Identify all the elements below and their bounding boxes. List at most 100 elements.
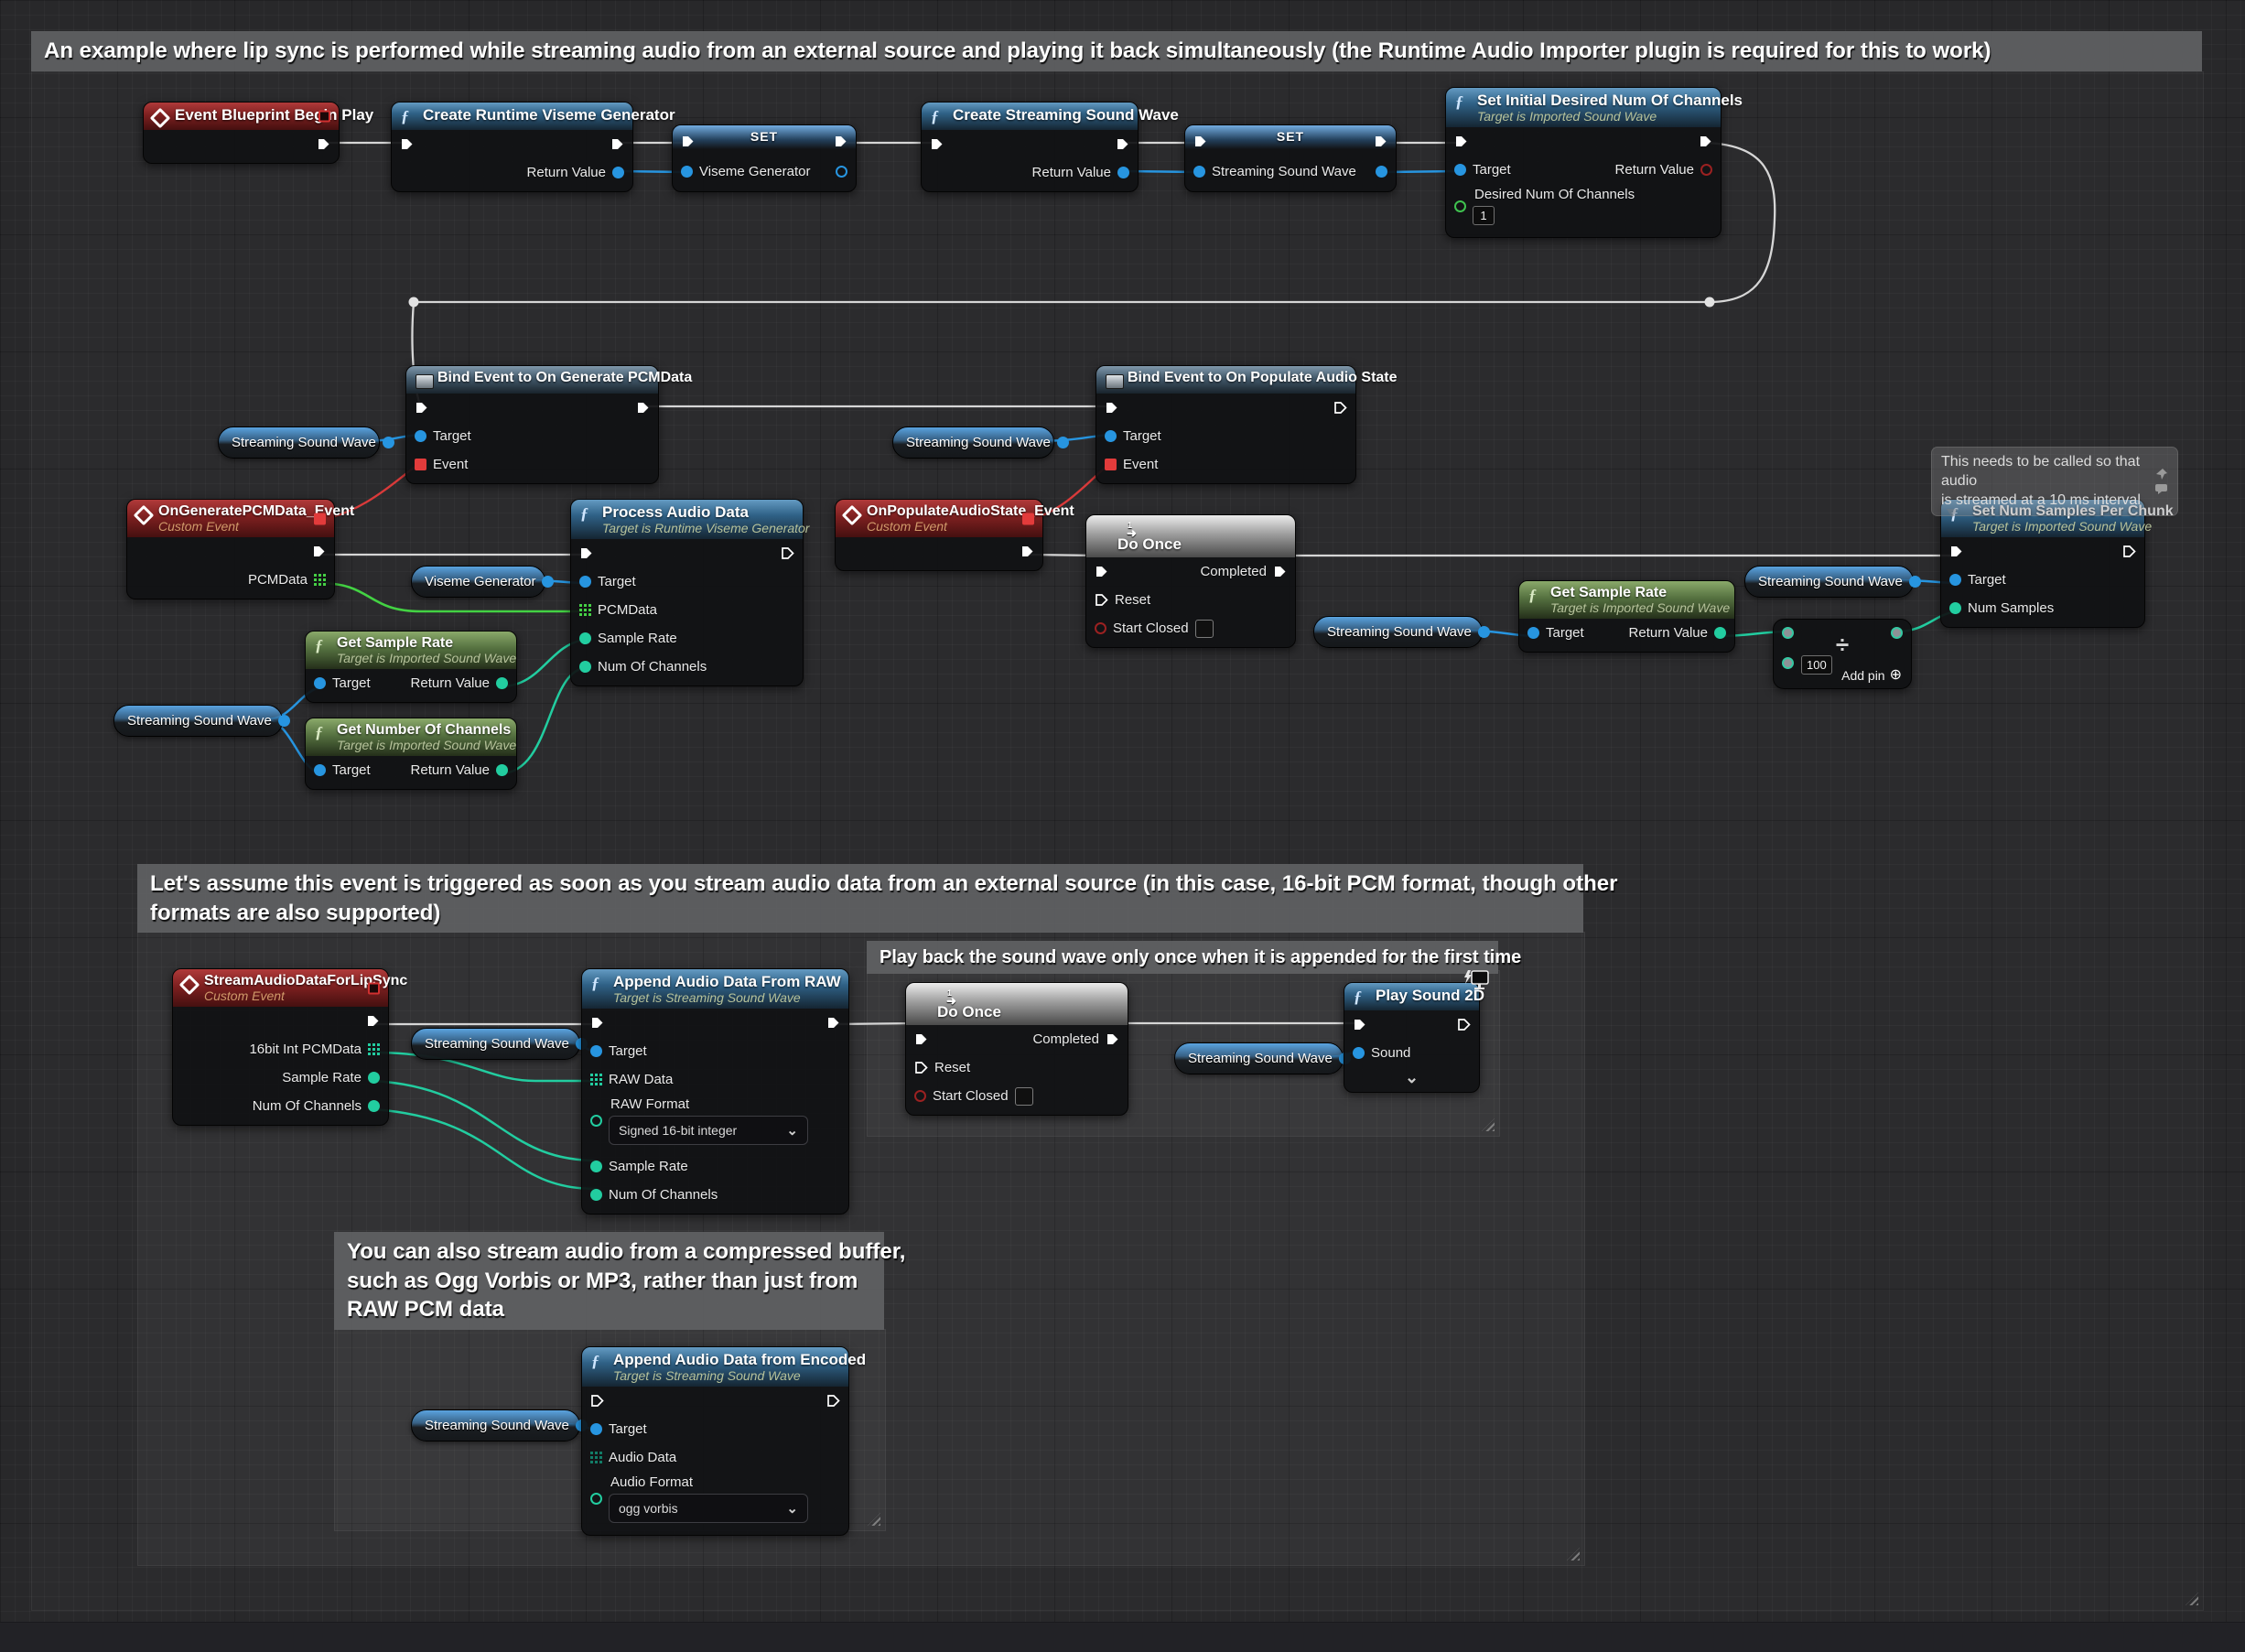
comment-title-stream[interactable]: Let's assume this event is triggered as … [137,864,1583,933]
exec-in-pin[interactable] [590,1394,604,1408]
target-pin[interactable] [1454,164,1466,176]
exec-out-pin[interactable] [1116,137,1129,151]
node-bind-event-on-generate-pcmdata[interactable]: Bind Event to On Generate PCMData Target… [405,365,659,484]
exec-in-pin[interactable] [1095,565,1108,578]
return-value-pin[interactable] [496,764,508,776]
exec-in-pin[interactable] [579,546,593,560]
target-pin[interactable] [314,764,326,776]
start-closed-checkbox[interactable] [1195,620,1214,638]
variable-pill-viseme-generator[interactable]: Viseme Generator [411,566,545,598]
return-value-pin[interactable] [496,677,508,689]
variable-pill-streaming-sound-wave[interactable]: Streaming Sound Wave [1313,616,1483,648]
target-pin[interactable] [1527,627,1539,639]
exec-in-pin[interactable] [1193,135,1207,148]
node-set-streaming-sound-wave[interactable]: SET Streaming Sound Wave [1184,124,1397,192]
reset-exec-pin[interactable] [914,1061,928,1074]
node-event-begin-play[interactable]: Event Blueprint Begin Play [143,102,340,164]
pin-icon[interactable] [2155,468,2168,480]
return-value-pin[interactable] [1700,164,1712,176]
node-do-once-1[interactable]: 1➜ Do Once Completed Reset Start Closed [1085,514,1296,648]
exec-out-pin[interactable] [781,546,794,560]
raw-format-pin[interactable] [590,1115,602,1127]
pcmdata-array-pin[interactable] [314,574,326,586]
node-append-audio-data-from-raw[interactable]: ƒ Append Audio Data From RAW Target is S… [581,968,849,1215]
divide-b-input[interactable]: 100 [1801,655,1832,675]
delegate-pin[interactable] [318,111,330,123]
return-value-pin[interactable] [1117,167,1129,178]
exec-out-pin[interactable] [636,401,650,415]
return-value-pin[interactable] [1714,627,1726,639]
event-delegate-pin[interactable] [415,459,426,470]
return-value-pin[interactable] [612,167,624,178]
target-pin[interactable] [590,1045,602,1057]
audio-data-array-pin[interactable] [590,1452,602,1463]
node-create-streaming-sound-wave[interactable]: ƒ Create Streaming Sound Wave Return Val… [921,102,1139,192]
start-closed-pin[interactable] [914,1090,926,1102]
exec-out-pin[interactable] [312,545,326,558]
audio-format-select[interactable]: ogg vorbis⌄ [609,1494,808,1523]
exec-out-pin[interactable] [1457,1018,1471,1031]
sound-pin[interactable] [1353,1047,1365,1059]
divide-input-b-pin[interactable] [1782,657,1794,669]
expand-chevron-icon[interactable]: ⌄ [1405,1069,1419,1085]
raw-format-select[interactable]: Signed 16-bit integer⌄ [609,1116,808,1145]
delegate-pin[interactable] [368,982,380,994]
num-of-channels-pin[interactable] [590,1189,602,1201]
audio-format-pin[interactable] [590,1493,602,1505]
exec-out-pin[interactable] [1333,401,1347,415]
node-append-audio-data-from-encoded[interactable]: ƒ Append Audio Data from Encoded Target … [581,1346,849,1536]
desired-num-of-channels-input[interactable]: 1 [1473,206,1495,225]
node-do-once-2[interactable]: 1➜ Do Once Completed Reset Start Closed [905,982,1128,1116]
raw-data-array-pin[interactable] [590,1074,602,1085]
delegate-pin[interactable] [314,513,326,524]
variable-pill-streaming-sound-wave[interactable]: Streaming Sound Wave [1744,566,1914,598]
start-closed-pin[interactable] [1095,622,1106,634]
comment-title-main[interactable]: An example where lip sync is performed w… [31,31,2202,71]
node-get-sample-rate-2[interactable]: ƒ Get Sample Rate Target is Imported Sou… [1518,580,1735,653]
exec-out-pin[interactable] [1699,135,1712,148]
exec-in-pin[interactable] [930,137,944,151]
sample-rate-pin[interactable] [590,1161,602,1172]
node-set-viseme-generator[interactable]: SET Viseme Generator [672,124,857,192]
exec-out-pin[interactable] [2122,545,2136,558]
delegate-pin[interactable] [1022,513,1034,524]
node-process-audio-data[interactable]: ƒ Process Audio Data Target is Runtime V… [570,499,804,686]
comment-title-compressed[interactable]: You can also stream audio from a compres… [334,1232,884,1330]
exec-in-pin[interactable] [400,137,414,151]
variable-out-pin[interactable] [1057,437,1069,448]
sample-rate-pin[interactable] [579,632,591,644]
exec-out-pin[interactable] [317,137,330,151]
exec-out-pin[interactable] [826,1016,840,1030]
variable-pill-streaming-sound-wave[interactable]: Streaming Sound Wave [218,426,380,459]
num-of-channels-pin[interactable] [368,1100,380,1112]
node-set-num-samples-per-chunk[interactable]: ƒ Set Num Samples Per Chunk Target is Im… [1940,499,2145,628]
comment-bubble-icon[interactable] [2154,483,2168,495]
variable-pill-streaming-sound-wave[interactable]: Streaming Sound Wave [892,426,1054,459]
exec-out-pin[interactable] [834,135,847,148]
exec-out-pin[interactable] [366,1014,380,1028]
comment-title-playback[interactable]: Play back the sound wave only once when … [867,941,1498,974]
exec-in-pin[interactable] [1353,1018,1366,1031]
reset-exec-pin[interactable] [1095,593,1108,607]
node-bind-event-on-populate-audio-state[interactable]: Bind Event to On Populate Audio State Ta… [1096,365,1356,484]
node-divide[interactable]: 100 ÷ Add pin⊕ [1773,619,1912,689]
target-pin[interactable] [415,430,426,442]
node-create-runtime-viseme-generator[interactable]: ƒ Create Runtime Viseme Generator Return… [391,102,633,192]
target-pin[interactable] [590,1423,602,1435]
num-of-channels-pin[interactable] [579,661,591,673]
num-samples-pin[interactable] [1949,602,1961,614]
node-streamaudiodataforlipsync-event[interactable]: StreamAudioDataForLipSync Custom Event 1… [172,968,389,1126]
exec-in-pin[interactable] [590,1016,604,1030]
node-get-number-of-channels[interactable]: ƒ Get Number Of Channels Target is Impor… [305,718,517,790]
variable-out-pin[interactable] [1909,576,1921,588]
add-pin-button[interactable]: Add pin⊕ [1841,668,1902,683]
exec-in-pin[interactable] [1949,545,1963,558]
target-pin[interactable] [1949,574,1961,586]
variable-pill-streaming-sound-wave[interactable]: Streaming Sound Wave [411,1409,580,1441]
exec-in-pin[interactable] [1454,135,1468,148]
exec-out-pin[interactable] [826,1394,840,1408]
exec-in-pin[interactable] [415,401,428,415]
node-get-sample-rate-1[interactable]: ƒ Get Sample Rate Target is Imported Sou… [305,631,517,703]
pcmdata-array-pin[interactable] [579,604,591,616]
node-onpopulateaudiostate-event[interactable]: OnPopulateAudioState_Event Custom Event [835,499,1043,571]
